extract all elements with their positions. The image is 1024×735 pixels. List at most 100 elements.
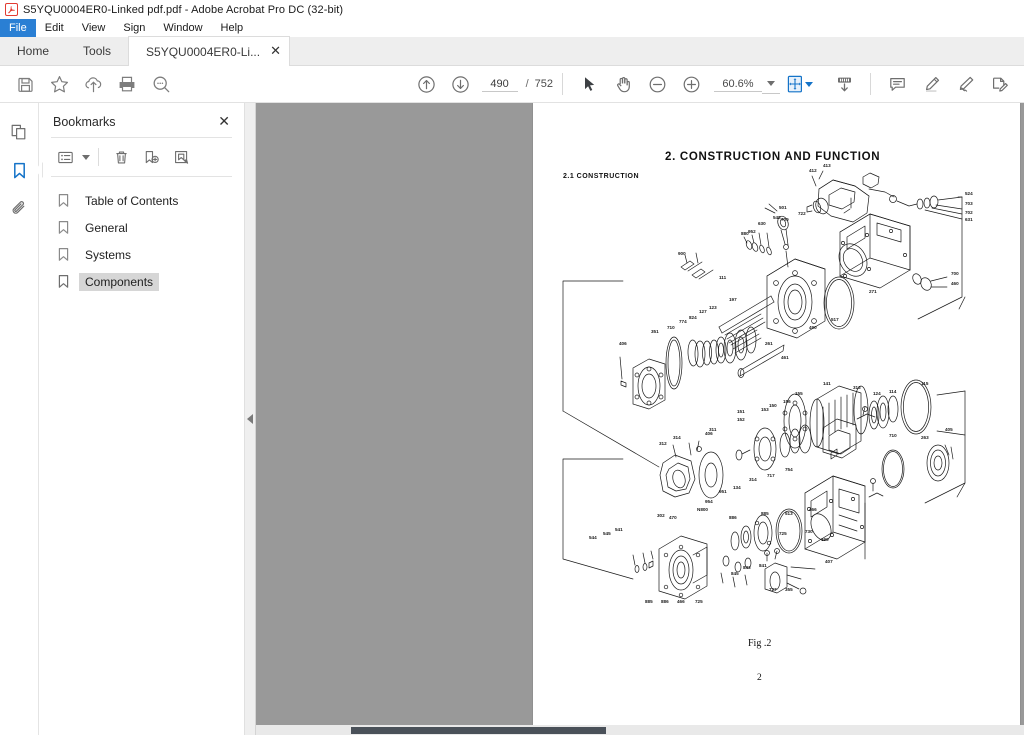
svg-text:302: 302 — [657, 513, 665, 518]
svg-text:754: 754 — [785, 467, 793, 472]
page-number-input[interactable] — [481, 76, 518, 92]
highlighter-icon[interactable] — [914, 69, 948, 99]
figure-caption: Fig .2 — [748, 638, 772, 649]
zoom-in-icon[interactable] — [674, 69, 708, 99]
svg-text:630: 630 — [758, 221, 766, 226]
sign-document-icon[interactable] — [982, 69, 1016, 99]
bookmarks-panel: Bookmarks ✕ Table of Contents General Sy… — [39, 103, 245, 735]
close-icon[interactable]: ✕ — [270, 45, 281, 58]
svg-text:730: 730 — [805, 529, 813, 534]
svg-text:153: 153 — [761, 407, 769, 412]
attachments-icon[interactable] — [2, 189, 36, 227]
svg-text:774: 774 — [679, 319, 687, 324]
svg-text:490: 490 — [809, 325, 817, 330]
svg-text:197: 197 — [729, 297, 737, 302]
navigation-rail — [0, 103, 39, 735]
svg-text:709: 709 — [781, 217, 789, 222]
svg-text:952: 952 — [748, 229, 756, 234]
svg-text:190: 190 — [821, 537, 829, 542]
bookmark-label: Components — [79, 272, 160, 291]
cloud-upload-icon[interactable] — [76, 69, 110, 99]
scrollbar-thumb[interactable] — [351, 727, 606, 734]
delete-bookmark-icon[interactable] — [107, 145, 135, 169]
svg-text:123: 123 — [709, 305, 717, 310]
svg-text:885: 885 — [761, 511, 769, 516]
menu-sign[interactable]: Sign — [114, 19, 154, 37]
svg-text:501: 501 — [779, 205, 787, 210]
svg-text:460: 460 — [951, 281, 959, 286]
bookmarks-toolbar — [39, 138, 244, 176]
svg-text:524: 524 — [965, 191, 973, 196]
bookmark-label: General — [85, 220, 128, 235]
chevron-down-icon[interactable] — [762, 74, 780, 94]
bookmark-item-systems[interactable]: Systems — [39, 241, 244, 268]
svg-text:717: 717 — [767, 473, 775, 478]
zoom-level-control — [714, 74, 780, 94]
page-background-left — [256, 103, 533, 725]
zoom-level-input[interactable] — [714, 76, 762, 92]
hand-pan-icon[interactable] — [606, 69, 640, 99]
zoom-out-icon[interactable] — [640, 69, 674, 99]
bookmark-item-components[interactable]: Components — [39, 268, 244, 295]
bookmark-icon — [57, 247, 70, 262]
menu-bar: File Edit View Sign Window Help — [0, 19, 1024, 37]
svg-text:355: 355 — [785, 587, 793, 592]
bookmark-icon — [57, 193, 70, 208]
tab-tools[interactable]: Tools — [66, 36, 128, 65]
page-total-count: 752 — [534, 78, 553, 90]
svg-text:886: 886 — [729, 515, 737, 520]
svg-text:886: 886 — [661, 599, 669, 604]
bookmark-options-icon[interactable] — [51, 145, 79, 169]
menu-window[interactable]: Window — [154, 19, 211, 37]
menu-view[interactable]: View — [73, 19, 115, 37]
pen-draw-icon[interactable] — [948, 69, 982, 99]
scroll-mode-icon[interactable] — [827, 69, 861, 99]
bookmark-options-chevron-down-icon[interactable] — [82, 154, 90, 160]
next-page-icon[interactable] — [444, 69, 478, 99]
svg-text:841: 841 — [759, 563, 767, 568]
svg-text:155: 155 — [795, 391, 803, 396]
close-icon[interactable]: ✕ — [216, 115, 232, 129]
fit-page-chevron-down-icon[interactable] — [805, 81, 813, 87]
document-viewport[interactable]: 2. CONSTRUCTION AND FUNCTION 2.1 CONSTRU… — [256, 103, 1024, 735]
svg-text:271: 271 — [869, 289, 877, 294]
technical-diagram: 412 413 524 703 702 631 501 548 722 709 — [533, 163, 1020, 643]
svg-text:544: 544 — [589, 535, 597, 540]
acrobat-icon — [5, 3, 18, 16]
tab-home[interactable]: Home — [0, 36, 66, 65]
pdf-page: 2. CONSTRUCTION AND FUNCTION 2.1 CONSTRU… — [533, 103, 1020, 725]
menu-edit[interactable]: Edit — [36, 19, 73, 37]
svg-text:725: 725 — [695, 599, 703, 604]
comment-icon[interactable] — [880, 69, 914, 99]
svg-text:541: 541 — [615, 527, 623, 532]
star-icon[interactable] — [42, 69, 76, 99]
edit-bookmark-icon[interactable] — [167, 145, 195, 169]
svg-text:700: 700 — [951, 271, 959, 276]
horizontal-scrollbar[interactable] — [256, 725, 1024, 735]
bookmark-item-general[interactable]: General — [39, 214, 244, 241]
page-thumbnails-icon[interactable] — [2, 113, 36, 151]
svg-text:727: 727 — [769, 587, 777, 592]
new-bookmark-icon[interactable] — [137, 145, 165, 169]
document-heading: 2. CONSTRUCTION AND FUNCTION — [665, 151, 881, 163]
menu-help[interactable]: Help — [212, 19, 253, 37]
svg-text:N800: N800 — [697, 507, 708, 512]
tab-document[interactable]: S5YQU0004ER0-Li... ✕ — [128, 36, 290, 66]
cursor-select-icon[interactable] — [572, 69, 606, 99]
svg-text:845: 845 — [731, 571, 739, 576]
svg-text:313: 313 — [853, 385, 861, 390]
save-icon[interactable] — [8, 69, 42, 99]
svg-text:951: 951 — [719, 489, 727, 494]
svg-text:703: 703 — [965, 201, 973, 206]
bookmarks-icon[interactable] — [2, 151, 36, 189]
bookmark-item-table-of-contents[interactable]: Table of Contents — [39, 187, 244, 214]
menu-file[interactable]: File — [0, 19, 36, 37]
bookmark-icon — [57, 220, 70, 235]
collapse-panel-handle[interactable] — [245, 103, 256, 735]
svg-text:900: 900 — [678, 251, 686, 256]
print-icon[interactable] — [110, 69, 144, 99]
previous-page-icon[interactable] — [410, 69, 444, 99]
search-icon[interactable] — [144, 69, 178, 99]
svg-text:548: 548 — [773, 215, 781, 220]
svg-text:406: 406 — [619, 341, 627, 346]
